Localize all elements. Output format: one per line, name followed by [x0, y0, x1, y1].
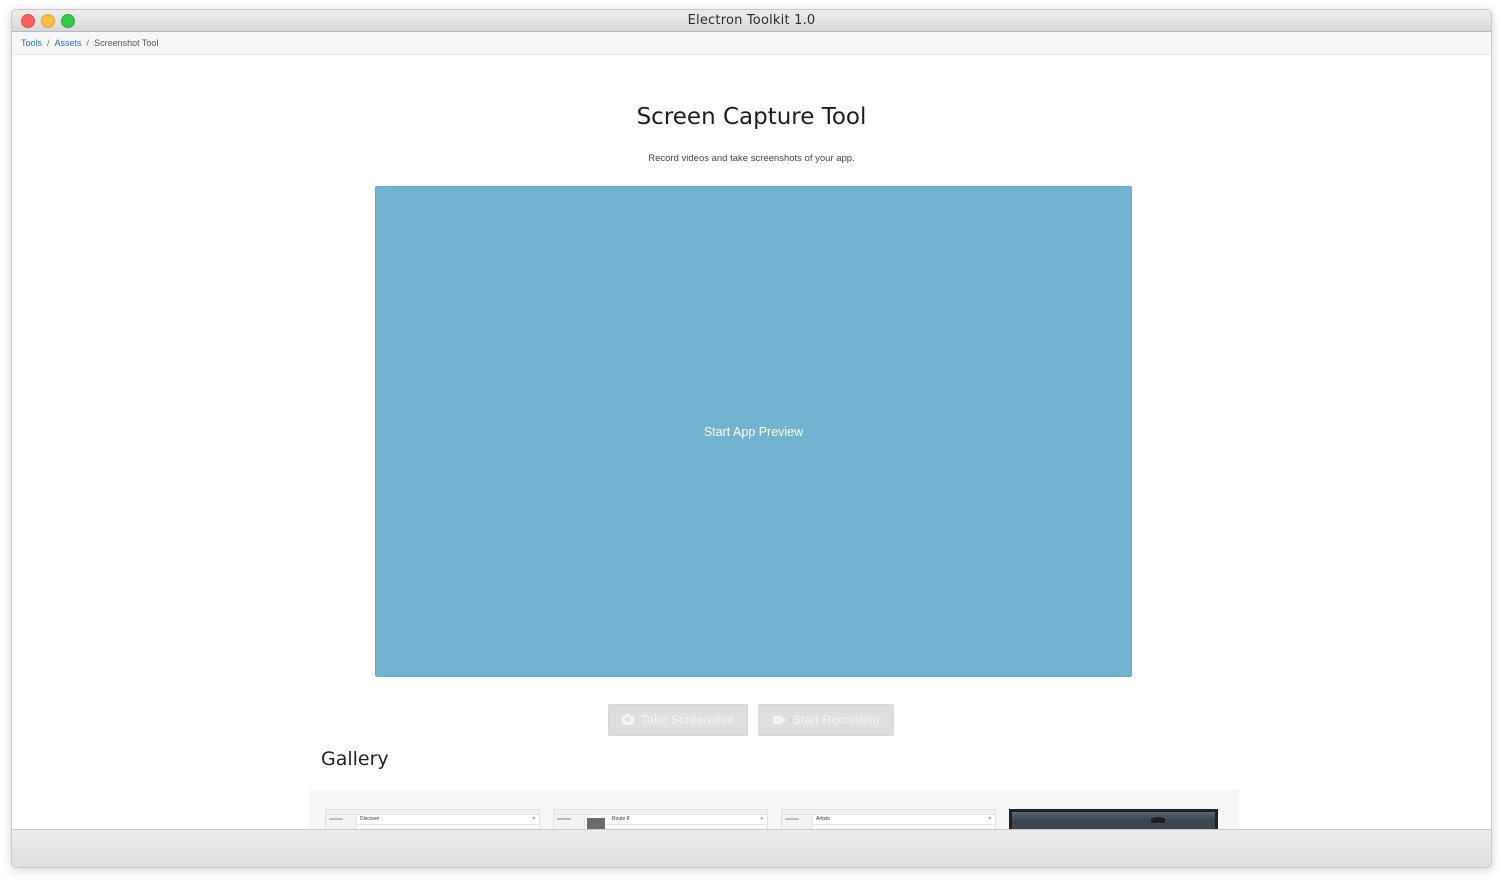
breadcrumb-separator: /: [47, 38, 50, 48]
title-bar[interactable]: Electron Toolkit 1.0: [12, 10, 1491, 32]
breadcrumb-link-tools[interactable]: Tools: [21, 38, 42, 48]
thumbnail-label: Discover: [360, 816, 380, 822]
thumbnail-label: Artists: [816, 816, 830, 822]
app-preview-area[interactable]: Start App Preview: [375, 186, 1132, 677]
close-icon: ✕: [987, 816, 992, 822]
breadcrumb-link-assets[interactable]: Assets: [55, 38, 82, 48]
thumbnail-label: Route 8: [612, 816, 630, 822]
start-recording-button[interactable]: Start Recording: [758, 704, 894, 736]
start-recording-label: Start Recording: [792, 713, 880, 727]
page-title: Screen Capture Tool: [636, 104, 867, 130]
gallery-thumbnail[interactable]: Route 8 ✕: [553, 809, 768, 830]
breadcrumb-separator: /: [86, 38, 90, 48]
app-window: Electron Toolkit 1.0 Tools / Assets / Screen…: [11, 9, 1492, 868]
take-screenshot-label: Take Screenshot: [640, 713, 735, 727]
gallery-thumbnail[interactable]: Discover ✕: [325, 809, 540, 830]
start-app-preview-label: Start App Preview: [703, 424, 804, 439]
take-screenshot-button[interactable]: Take Screenshot: [608, 704, 748, 736]
gallery-list: Discover ✕ Route 8 ✕ Artists ✕: [309, 790, 1239, 830]
window-title: Electron Toolkit 1.0: [687, 13, 816, 28]
breadcrumb: Tools / Assets / Screenshot Tool: [12, 32, 1491, 55]
gallery-heading: Gallery: [321, 748, 389, 770]
close-icon: ✕: [759, 816, 764, 822]
breadcrumb-current: Screenshot Tool: [94, 38, 159, 48]
gallery-thumbnail[interactable]: Artists ✕: [781, 809, 996, 830]
close-icon: ✕: [531, 816, 536, 822]
camera-icon: [621, 713, 634, 725]
main-content: Screen Capture Tool Record videos and ta…: [12, 55, 1491, 830]
page-subtitle: Record videos and take screenshots of yo…: [648, 153, 855, 164]
gallery-thumbnail[interactable]: [1009, 809, 1218, 830]
bottom-bar: [12, 829, 1491, 867]
video-camera-icon: [772, 716, 782, 724]
